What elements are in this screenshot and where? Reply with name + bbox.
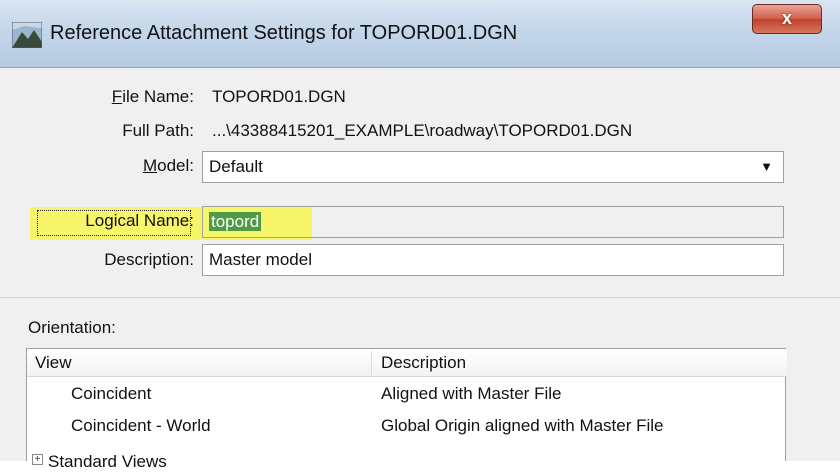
logical-name-label: Logical Name: (85, 211, 194, 230)
title-bar: Reference Attachment Settings for TOPORD… (0, 0, 840, 68)
column-separator[interactable] (371, 351, 372, 375)
list-item[interactable]: Coincident - World Global Origin aligned… (27, 411, 785, 441)
description-input[interactable]: Master model (202, 244, 784, 276)
list-item-description: Global Origin aligned with Master File (381, 416, 664, 435)
description-label: Description: (104, 250, 194, 269)
full-path-label: Full Path: (122, 121, 194, 140)
chevron-down-icon[interactable]: ▼ (760, 152, 773, 182)
orientation-group-label: Orientation: (28, 318, 116, 337)
close-icon: x (781, 8, 792, 28)
file-name-label: File Name: (111, 87, 194, 106)
full-path-value: ...\43388415201_EXAMPLE\roadway\TOPORD01… (212, 121, 633, 140)
column-header-description[interactable]: Description (381, 353, 466, 373)
model-dropdown[interactable]: Default ▼ (202, 151, 784, 183)
model-label: Model: (142, 156, 194, 175)
list-header: View Description (27, 349, 787, 377)
file-name-value: TOPORD01.DGN (212, 87, 346, 106)
list-item[interactable]: Coincident Aligned with Master File (27, 379, 785, 409)
model-selected-value: Default (209, 157, 263, 176)
expand-icon[interactable]: + (32, 454, 43, 465)
description-value: Master model (209, 250, 312, 269)
list-item-view: Coincident - World (71, 416, 211, 435)
list-item-description: Aligned with Master File (381, 384, 562, 403)
list-item-partial[interactable]: Standard Views (48, 452, 167, 472)
column-header-view[interactable]: View (35, 353, 72, 373)
orientation-list[interactable]: View Description Coincident Aligned with… (26, 348, 787, 461)
list-item-view: Coincident (71, 384, 152, 403)
app-icon (12, 22, 42, 48)
logical-name-input[interactable]: topord (202, 206, 784, 238)
window-title: Reference Attachment Settings for TOPORD… (50, 22, 518, 44)
logical-name-value: topord (209, 212, 262, 231)
section-divider (0, 297, 840, 298)
close-button[interactable]: x (752, 4, 822, 34)
